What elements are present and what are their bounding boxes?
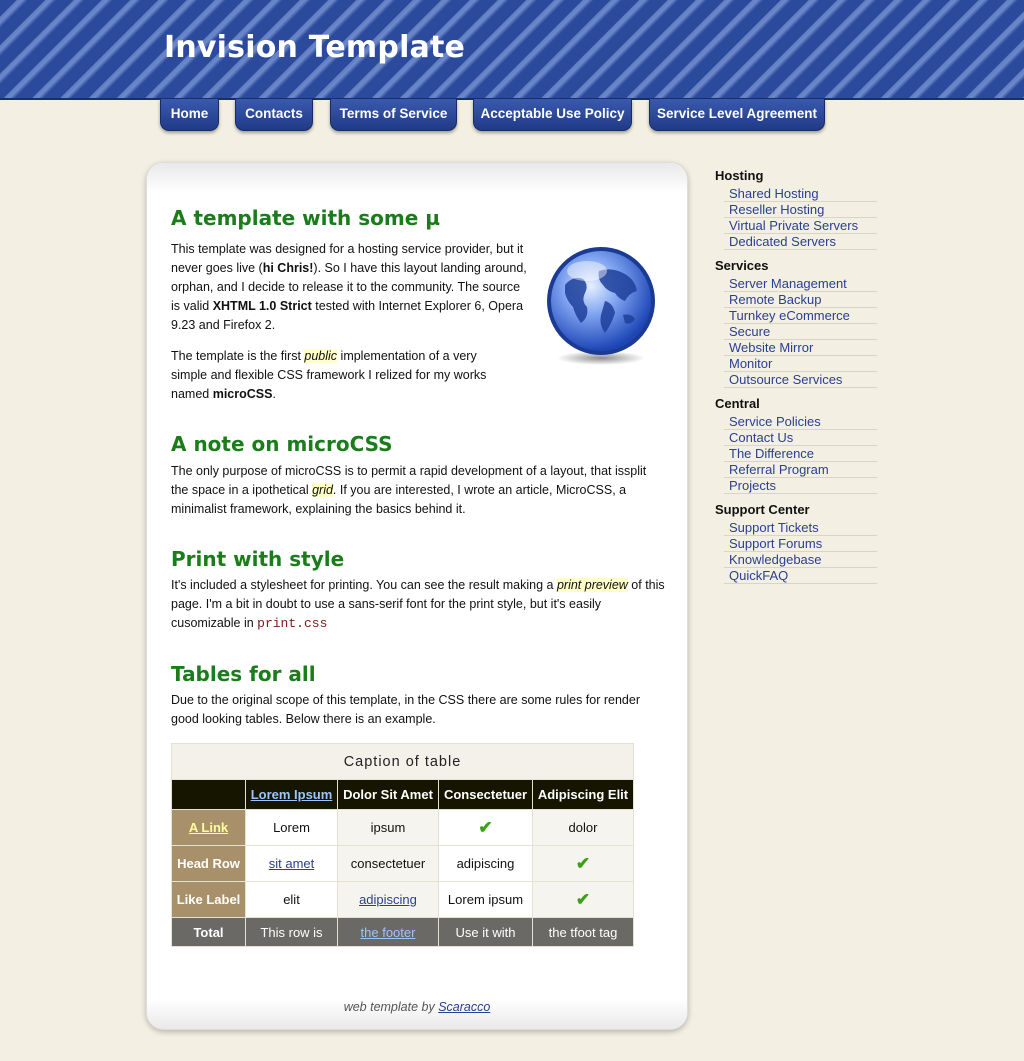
table-cell[interactable]: adipiscing: [337, 881, 439, 918]
table-header-cell[interactable]: Lorem Ipsum: [245, 779, 338, 810]
checkmark-icon: ✔: [575, 853, 591, 873]
sidebar-link[interactable]: Website Mirror: [724, 340, 877, 356]
table-row: A Link Lorem ipsum ✔ dolor: [171, 809, 634, 846]
table-header-cell: Adipiscing Elit: [532, 779, 634, 810]
table-corner-cell: [171, 779, 246, 810]
sidebar-link[interactable]: Dedicated Servers: [724, 234, 877, 250]
table-cell[interactable]: sit amet: [245, 845, 338, 882]
sidebar-heading: Central: [715, 396, 760, 411]
tables-paragraph: Due to the original scope of this templa…: [171, 693, 640, 726]
sidebar-link[interactable]: Monitor: [724, 356, 877, 372]
nav-contacts[interactable]: Contacts: [235, 99, 313, 131]
sidebar-link[interactable]: Support Tickets: [724, 520, 877, 536]
sidebar-link[interactable]: Reseller Hosting: [724, 202, 877, 218]
table-cell: ✔: [438, 809, 533, 846]
microcss-paragraph: The template is the first public impleme…: [171, 349, 487, 401]
site-title: Invision Template: [164, 30, 466, 65]
example-table: Caption of table Lorem Ipsum Dolor Sit A…: [171, 743, 634, 947]
row-label-link[interactable]: A Link: [189, 820, 228, 835]
table-header-row: Lorem Ipsum Dolor Sit Amet Consectetuer …: [171, 779, 634, 810]
sidebar-link[interactable]: Secure: [724, 324, 877, 340]
table-caption: Caption of table: [171, 743, 634, 779]
sidebar-link[interactable]: Server Management: [724, 276, 877, 292]
microcss-note-paragraph: The only purpose of microCSS is to permi…: [171, 464, 647, 516]
sidebar-link[interactable]: Virtual Private Servers: [724, 218, 877, 234]
sidebar-link[interactable]: Shared Hosting: [724, 186, 877, 202]
intro-paragraph: This template was designed for a hosting…: [171, 242, 527, 332]
table-cell-link[interactable]: adipiscing: [359, 892, 417, 907]
table-row: Like Label elit adipiscing Lorem ipsum ✔: [171, 881, 634, 918]
main-content: A template with some µ This template was…: [146, 162, 688, 1030]
globe-icon: [545, 245, 657, 367]
section-title-tables: Tables for all: [171, 662, 316, 686]
sidebar-heading: Services: [715, 258, 769, 273]
footer-cell: Use it with: [438, 917, 533, 947]
sidebar-link[interactable]: The Difference: [724, 446, 877, 462]
section-title-microcss: A note on microCSS: [171, 432, 393, 456]
table-row: Head Row sit amet consectetuer adipiscin…: [171, 845, 634, 882]
table-cell: Lorem: [245, 809, 338, 846]
table-footer-row: Total This row is the footer Use it with…: [171, 917, 634, 947]
table-header-cell: Consectetuer: [438, 779, 533, 810]
author-link[interactable]: Scaracco: [438, 1000, 490, 1014]
sidebar-group-central: Central Service Policies Contact Us The …: [715, 396, 877, 494]
sidebar-link[interactable]: Turnkey eCommerce: [724, 308, 877, 324]
table-cell: elit: [245, 881, 338, 918]
table-header-cell: Dolor Sit Amet: [337, 779, 439, 810]
sidebar-link[interactable]: QuickFAQ: [724, 568, 877, 584]
footer-cell: the tfoot tag: [532, 917, 634, 947]
nav-home[interactable]: Home: [160, 99, 219, 131]
sidebar-link[interactable]: Projects: [724, 478, 877, 494]
row-label: Head Row: [171, 845, 246, 882]
table-cell-link[interactable]: sit amet: [269, 856, 315, 871]
sidebar-heading: Hosting: [715, 168, 764, 183]
table-cell: Lorem ipsum: [438, 881, 533, 918]
footer-label: Total: [171, 917, 246, 947]
checkmark-icon: ✔: [575, 889, 591, 909]
table-cell: ✔: [532, 881, 634, 918]
table-cell: consectetuer: [337, 845, 439, 882]
table-cell: dolor: [532, 809, 634, 846]
nav-service-level-agreement[interactable]: Service Level Agreement: [649, 99, 825, 131]
nav-acceptable-use-policy[interactable]: Acceptable Use Policy: [473, 99, 632, 131]
sidebar-group-hosting: Hosting Shared Hosting Reseller Hosting …: [715, 168, 877, 250]
site-header: Invision Template: [0, 0, 1024, 100]
nav-terms-of-service[interactable]: Terms of Service: [330, 99, 457, 131]
sidebar-link[interactable]: Knowledgebase: [724, 552, 877, 568]
footer-cell[interactable]: the footer: [337, 917, 439, 947]
print-paragraph: It's included a stylesheet for printing.…: [171, 578, 665, 631]
table-header-link[interactable]: Lorem Ipsum: [251, 787, 333, 802]
sidebar-link[interactable]: Contact Us: [724, 430, 877, 446]
section-title-template: A template with some µ: [171, 206, 440, 230]
sidebar-link[interactable]: Referral Program: [724, 462, 877, 478]
sidebar-link[interactable]: Outsource Services: [724, 372, 877, 388]
sidebar-link[interactable]: Service Policies: [724, 414, 877, 430]
row-label[interactable]: A Link: [171, 809, 246, 846]
sidebar-link[interactable]: Support Forums: [724, 536, 877, 552]
footer-link[interactable]: the footer: [361, 925, 416, 940]
row-label: Like Label: [171, 881, 246, 918]
sidebar-group-support-center: Support Center Support Tickets Support F…: [715, 502, 877, 584]
main-nav: Home Contacts Terms of Service Acceptabl…: [0, 99, 1024, 133]
table-cell: ✔: [532, 845, 634, 882]
checkmark-icon: ✔: [478, 817, 493, 837]
table-cell: adipiscing: [438, 845, 533, 882]
sidebar-heading: Support Center: [715, 502, 810, 517]
footer-cell: This row is: [245, 917, 338, 947]
template-credit: web template by Scaracco: [343, 1000, 491, 1014]
table-cell: ipsum: [337, 809, 439, 846]
sidebar-link[interactable]: Remote Backup: [724, 292, 877, 308]
sidebar: Hosting Shared Hosting Reseller Hosting …: [715, 168, 877, 592]
section-title-print: Print with style: [171, 547, 345, 571]
sidebar-group-services: Services Server Management Remote Backup…: [715, 258, 877, 388]
